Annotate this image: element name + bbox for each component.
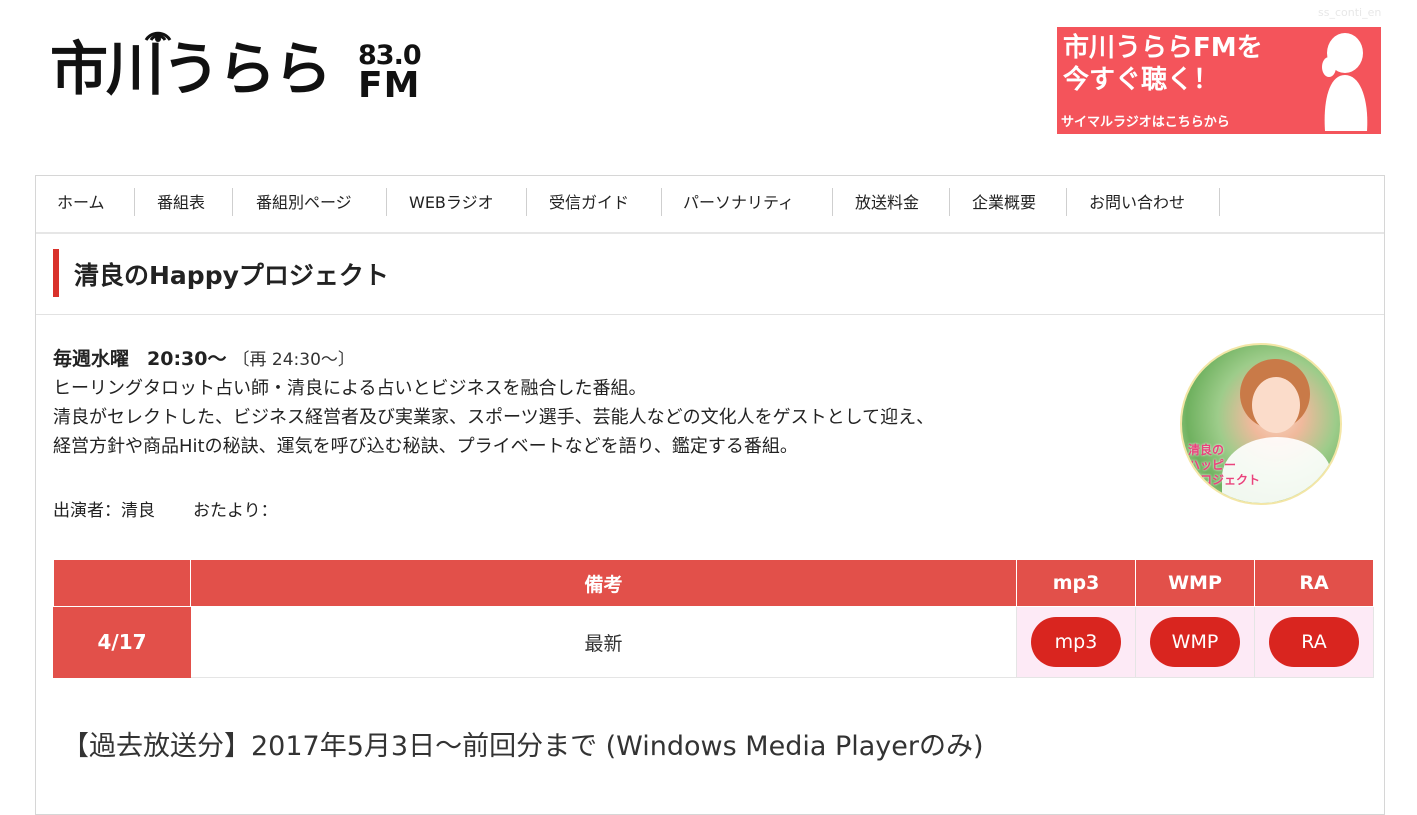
archive-heading[interactable]: 【過去放送分】2017年5月3日〜前回分まで (Windows Media Pl… — [62, 724, 984, 763]
program-description-line: ヒーリングタロット占い師・清良による占いとビジネスを融合した番組。 — [53, 378, 647, 399]
nav-divider — [949, 188, 950, 216]
nav-personality[interactable]: パーソナリティ — [683, 190, 794, 216]
nav-divider — [661, 188, 662, 216]
col-header-date — [53, 559, 191, 607]
col-header-wmp: WMP — [1135, 559, 1255, 607]
col-header-note: 備考 — [190, 559, 1017, 607]
nav-divider — [1066, 188, 1067, 216]
table-header-row: 備考 mp3 WMP RA — [53, 559, 1374, 607]
nav-divider — [832, 188, 833, 216]
banner-subtext: サイマルラジオはこちらから — [1061, 115, 1230, 130]
mascot-silhouette-icon — [1322, 33, 1368, 131]
cast-label: 出演者：清良 — [53, 501, 155, 521]
col-header-mp3: mp3 — [1016, 559, 1136, 607]
wmp-cell: WMP — [1135, 606, 1255, 678]
episode-note: 最新 — [190, 606, 1017, 678]
letters-label: おたより： — [193, 501, 278, 521]
nav-contact[interactable]: お問い合わせ — [1089, 190, 1185, 216]
station-logo[interactable]: 市川うらら 83.0 FM — [50, 18, 440, 108]
nav-home[interactable]: ホーム — [57, 190, 105, 216]
program-image: 清良の ハッピー プロジェクト — [1180, 343, 1342, 505]
nav-web-radio[interactable]: WEBラジオ — [409, 190, 494, 216]
logo-band: FM — [358, 65, 421, 106]
rebroadcast-time: 〔再 24:30〜〕 — [232, 350, 355, 370]
nav-program-pages[interactable]: 番組別ページ — [256, 190, 352, 216]
cast-info: 出演者：清良 おたより： — [53, 496, 278, 521]
banner-line2: 今すぐ聴く！ — [1063, 65, 1220, 95]
nav-divider — [526, 188, 527, 216]
episode-table: 備考 mp3 WMP RA 4/17 最新 mp3 WMP RA — [53, 559, 1374, 678]
broadcast-time: 20:30〜 — [147, 348, 227, 370]
col-header-ra: RA — [1254, 559, 1374, 607]
program-description-line: 清良がセレクトした、ビジネス経営者及び実業家、スポーツ選手、芸能人などの文化人を… — [53, 407, 935, 428]
broadcast-schedule: 毎週水曜 20:30〜 〔再 24:30〜〕 — [53, 344, 355, 371]
mp3-button[interactable]: mp3 — [1031, 617, 1121, 667]
mp3-cell: mp3 — [1016, 606, 1136, 678]
table-row: 4/17 最新 mp3 WMP RA — [53, 606, 1374, 678]
ra-button[interactable]: RA — [1269, 617, 1359, 667]
nav-divider — [232, 188, 233, 216]
broadcast-day: 毎週水曜 — [53, 348, 130, 370]
nav-rates[interactable]: 放送料金 — [855, 190, 919, 216]
global-nav: ホーム 番組表 番組別ページ WEBラジオ 受信ガイド パーソナリティ 放送料金… — [36, 176, 1384, 234]
main-content: ホーム 番組表 番組別ページ WEBラジオ 受信ガイド パーソナリティ 放送料金… — [35, 175, 1385, 815]
episode-date: 4/17 — [53, 606, 191, 678]
nav-divider — [386, 188, 387, 216]
wmp-button[interactable]: WMP — [1150, 617, 1240, 667]
ra-cell: RA — [1254, 606, 1374, 678]
title-accent-bar — [53, 249, 59, 297]
title-bar: 清良のHappyプロジェクト — [36, 234, 1384, 315]
nav-company[interactable]: 企業概要 — [972, 190, 1036, 216]
nav-divider — [1219, 188, 1220, 216]
avatar-face — [1252, 377, 1300, 433]
logo-text: 市川うらら — [50, 35, 332, 103]
top-note: ss_conti_en — [1318, 6, 1382, 19]
nav-reception-guide[interactable]: 受信ガイド — [549, 190, 629, 216]
page-title: 清良のHappyプロジェクト — [74, 261, 389, 290]
program-description-line: 経営方針や商品Hitの秘訣、運気を呼び込む秘訣、プライベートなどを語り、鑑定する… — [53, 436, 798, 457]
nav-schedule[interactable]: 番組表 — [157, 190, 205, 216]
nav-divider — [134, 188, 135, 216]
banner-line1: 市川うららFMを — [1063, 33, 1263, 63]
program-image-caption: 清良の ハッピー プロジェクト — [1188, 443, 1261, 487]
listen-now-banner[interactable]: 市川うららFMを 今すぐ聴く！ サイマルラジオはこちらから — [1057, 27, 1381, 134]
